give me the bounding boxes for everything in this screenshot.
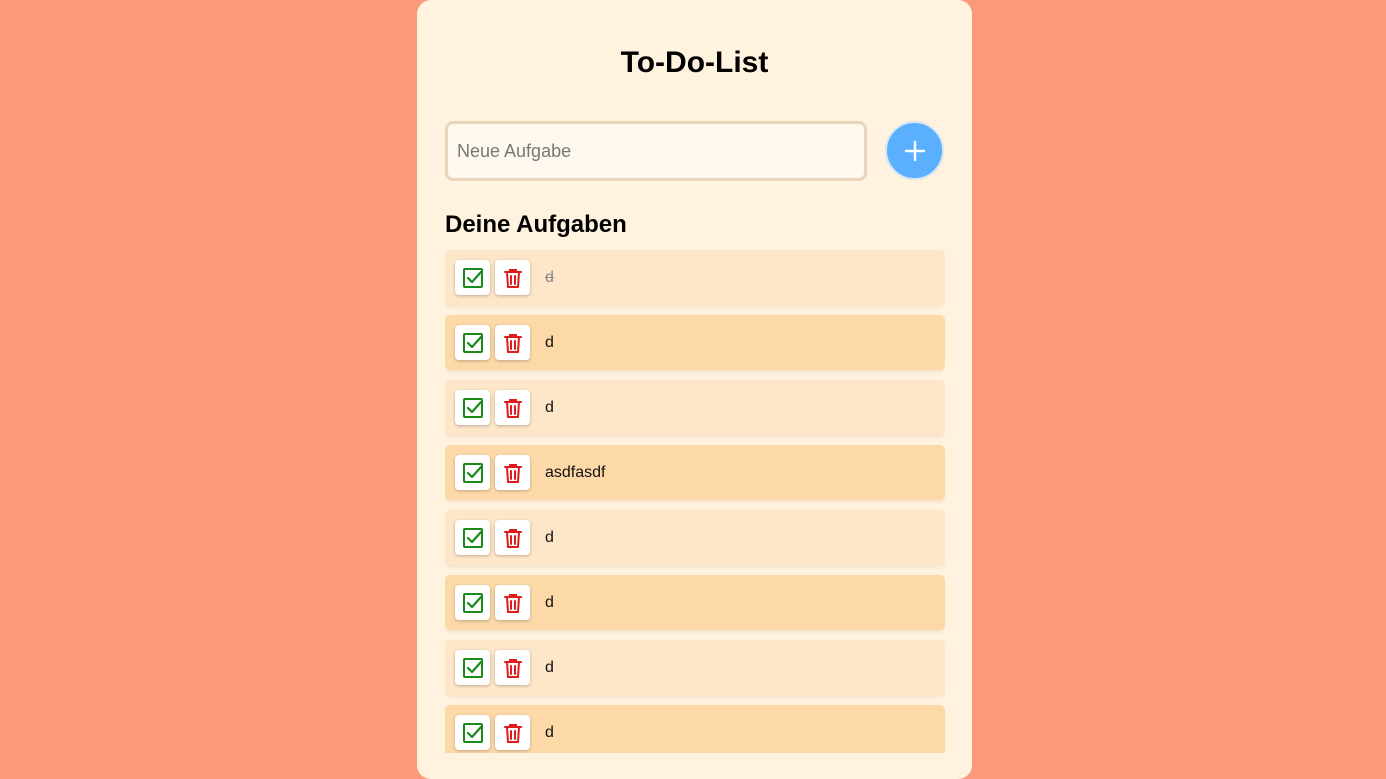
trash-icon — [503, 723, 522, 743]
todo-card: To-Do-List Deine Aufgaben d — [417, 0, 972, 779]
complete-task-button[interactable] — [455, 455, 490, 490]
card-footer — [417, 753, 972, 779]
complete-task-button[interactable] — [455, 520, 490, 555]
complete-task-button[interactable] — [455, 260, 490, 295]
checkbox-check-icon — [462, 267, 483, 288]
task-item: d — [445, 575, 945, 630]
task-item: d — [445, 510, 945, 565]
section-heading: Deine Aufgaben — [445, 211, 627, 238]
complete-task-button[interactable] — [455, 585, 490, 620]
task-item: d — [445, 380, 945, 435]
delete-task-button[interactable] — [495, 650, 530, 685]
task-text: asdfasdf — [545, 463, 606, 481]
checkbox-check-icon — [462, 657, 483, 678]
delete-task-button[interactable] — [495, 585, 530, 620]
complete-task-button[interactable] — [455, 325, 490, 360]
checkbox-check-icon — [462, 462, 483, 483]
trash-icon — [503, 593, 522, 613]
complete-task-button[interactable] — [455, 390, 490, 425]
trash-icon — [503, 268, 522, 288]
trash-icon — [503, 528, 522, 548]
page-title: To-Do-List — [620, 46, 769, 79]
checkbox-check-icon — [462, 397, 483, 418]
checkbox-check-icon — [462, 722, 483, 743]
delete-task-button[interactable] — [495, 390, 530, 425]
task-text: d — [545, 398, 554, 416]
checkbox-check-icon — [462, 592, 483, 613]
delete-task-button[interactable] — [495, 325, 530, 360]
task-list: d d d asdfasdf d d d d — [445, 250, 945, 753]
task-text: d — [545, 528, 554, 546]
trash-icon — [503, 333, 522, 353]
task-text: d — [545, 723, 554, 741]
task-item: d — [445, 705, 945, 753]
trash-icon — [503, 398, 522, 418]
delete-task-button[interactable] — [495, 455, 530, 490]
task-item: d — [445, 640, 945, 695]
task-text: d — [545, 333, 554, 351]
new-task-input[interactable] — [445, 121, 867, 181]
task-text: d — [545, 268, 554, 286]
checkbox-check-icon — [462, 527, 483, 548]
delete-task-button[interactable] — [495, 715, 530, 750]
delete-task-button[interactable] — [495, 260, 530, 295]
task-text: d — [545, 658, 554, 676]
plus-icon — [904, 140, 925, 161]
checkbox-check-icon — [462, 332, 483, 353]
complete-task-button[interactable] — [455, 650, 490, 685]
task-item: asdfasdf — [445, 445, 945, 500]
trash-icon — [503, 658, 522, 678]
complete-task-button[interactable] — [455, 715, 490, 750]
trash-icon — [503, 463, 522, 483]
delete-task-button[interactable] — [495, 520, 530, 555]
add-task-button[interactable] — [885, 121, 944, 180]
task-text: d — [545, 593, 554, 611]
task-item: d — [445, 250, 945, 305]
task-item: d — [445, 315, 945, 370]
